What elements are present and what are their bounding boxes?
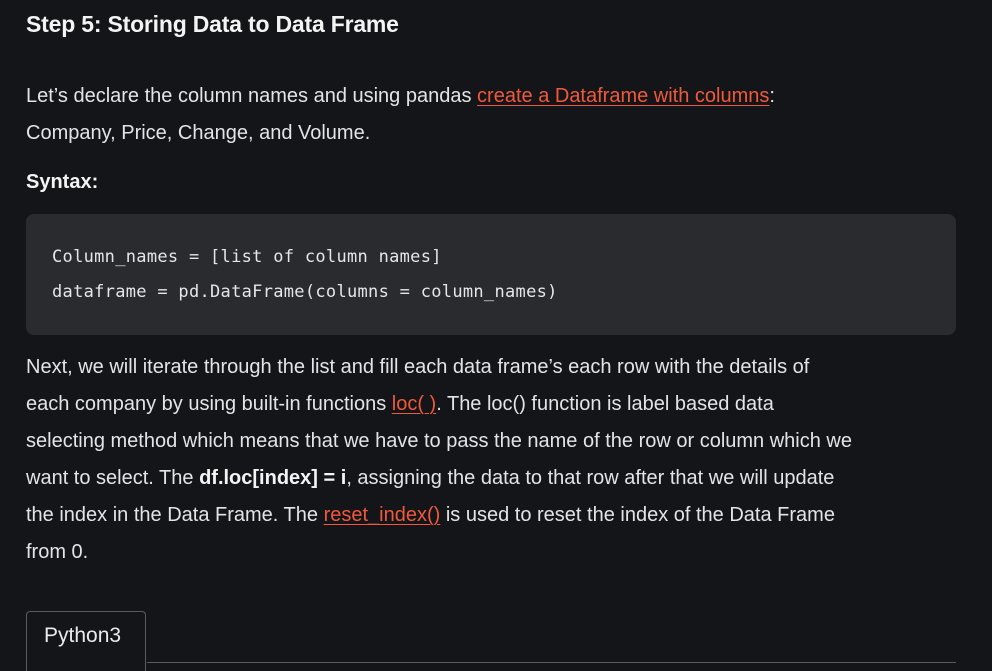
intro-text: Let’s declare the column names and using… bbox=[26, 85, 478, 107]
intro-line-1: Let’s declare the column names and using… bbox=[26, 78, 775, 115]
body-text: the index in the Data Frame. The bbox=[26, 504, 324, 526]
article-page: Step 5: Storing Data to Data Frame Let’s… bbox=[0, 0, 992, 671]
body-line-4: want to select. The df.loc[index] = i, a… bbox=[26, 460, 852, 497]
tab-python3[interactable]: Python3 bbox=[26, 611, 146, 671]
code-tabs-divider bbox=[147, 662, 956, 663]
body-text: , assigning the data to that row after t… bbox=[346, 467, 835, 489]
code-line: Column_names = [list of column names] bbox=[52, 247, 442, 267]
tab-label: Python3 bbox=[44, 624, 122, 647]
loc-function-link[interactable]: loc( ) bbox=[392, 393, 436, 415]
code-line: dataframe = pd.DataFrame(columns = colum… bbox=[52, 282, 558, 302]
create-dataframe-link[interactable]: create a Dataframe with columns bbox=[477, 85, 769, 107]
reset-index-link[interactable]: reset_index() bbox=[324, 504, 441, 526]
body-line-2: each company by using built-in functions… bbox=[26, 386, 852, 423]
code-block[interactable]: Column_names = [list of column names] da… bbox=[26, 214, 956, 335]
intro-paragraph: Let’s declare the column names and using… bbox=[26, 78, 775, 152]
body-paragraph: Next, we will iterate through the list a… bbox=[26, 349, 852, 571]
df-loc-bold-text: df.loc[index] = i bbox=[199, 467, 347, 489]
intro-colon: : bbox=[769, 85, 775, 107]
body-text: . The loc() function is label based data bbox=[436, 393, 774, 415]
body-line-5: the index in the Data Frame. The reset_i… bbox=[26, 497, 852, 534]
section-heading: Step 5: Storing Data to Data Frame bbox=[26, 11, 399, 37]
intro-line-2: Company, Price, Change, and Volume. bbox=[26, 122, 371, 144]
syntax-label: Syntax: bbox=[26, 171, 99, 193]
body-text: each company by using built-in functions bbox=[26, 393, 392, 415]
body-text: is used to reset the index of the Data F… bbox=[440, 504, 835, 526]
body-line-3: selecting method which means that we hav… bbox=[26, 430, 852, 452]
body-line-6: from 0. bbox=[26, 541, 89, 563]
body-text: want to select. The bbox=[26, 467, 200, 489]
body-line-1: Next, we will iterate through the list a… bbox=[26, 356, 810, 378]
